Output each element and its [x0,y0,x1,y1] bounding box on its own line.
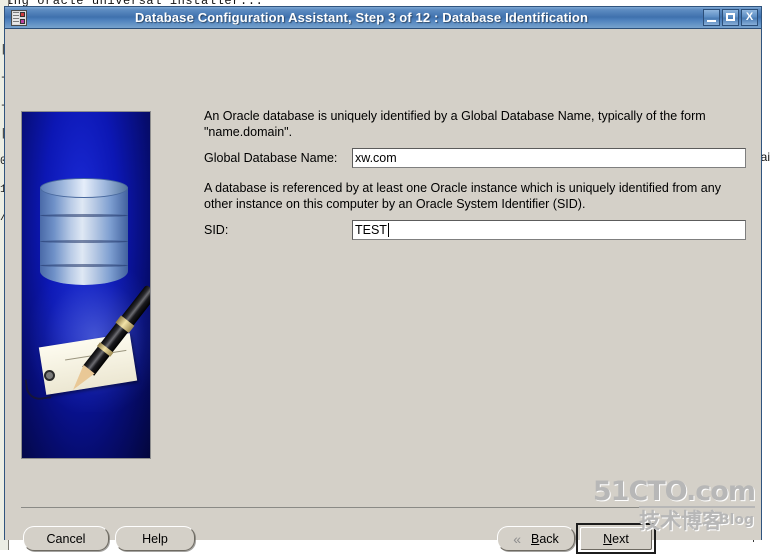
database-configuration-assistant-window: Database Configuration Assistant, Step 3… [4,6,762,554]
database-cylinder-icon [40,178,128,290]
global-db-name-label: Global Database Name: [204,151,338,165]
sid-input-wrap [352,220,746,240]
text-cursor [388,223,389,237]
global-db-name-row: Global Database Name: [204,148,746,168]
dialog-body: An Oracle database is uniquely identifie… [5,29,761,554]
back-button[interactable]: « Back [497,526,575,551]
sid-label: SID: [204,223,229,237]
sid-input[interactable] [352,220,746,240]
database-assistant-icon [11,9,27,26]
global-db-name-description: An Oracle database is uniquely identifie… [204,109,706,139]
global-db-name-input[interactable] [352,148,746,168]
cancel-button[interactable]: Cancel [23,526,109,551]
window-title: Database Configuration Assistant, Step 3… [134,10,589,25]
window-controls: X [703,9,758,26]
chevron-left-icon: « [513,530,521,547]
back-button-label: Back [531,531,559,546]
tag-hole [44,370,55,381]
help-button[interactable]: Help [115,526,195,551]
footer-separator [21,507,747,508]
database-pen-tag-graphic [21,111,151,459]
watermark-line1: 51CTO.com [592,476,756,507]
global-db-name-input-wrap [352,148,746,168]
background-right-text: ai [760,150,770,164]
maximize-button[interactable] [722,9,739,26]
sid-description: A database is referenced by at least one… [204,181,721,211]
sid-row: SID: [204,220,746,240]
window-titlebar[interactable]: Database Configuration Assistant, Step 3… [5,7,761,29]
close-button[interactable]: X [741,9,758,26]
watermark-line3: Blog [718,512,754,528]
next-button-label: Next [603,531,629,546]
next-button[interactable]: Next [580,527,652,550]
minimize-button[interactable] [703,9,720,26]
